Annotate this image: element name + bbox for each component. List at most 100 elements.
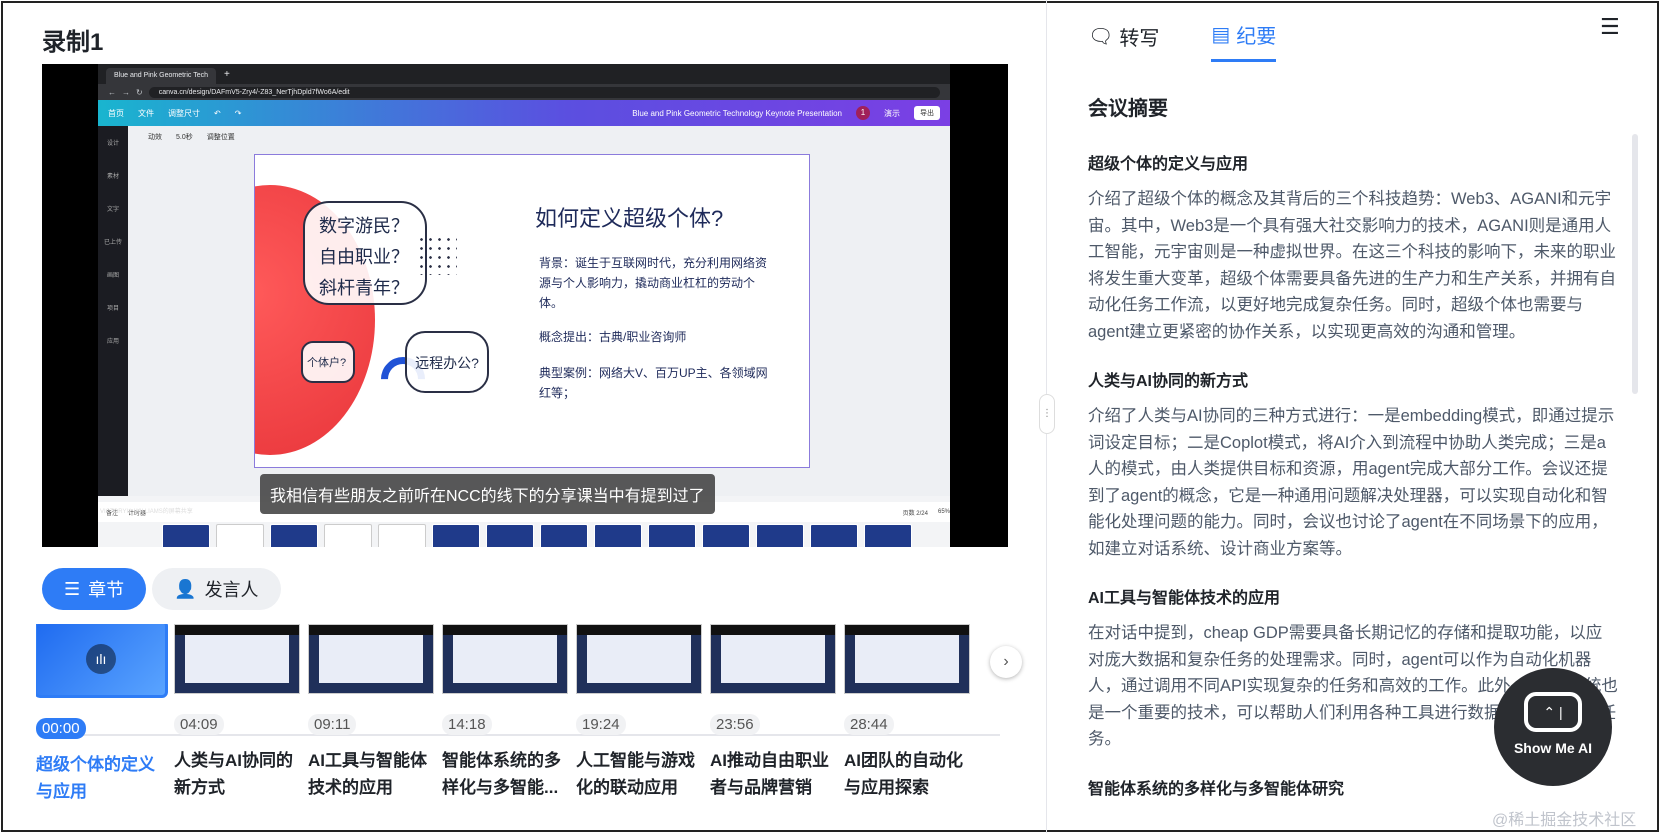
chapter-item[interactable]: 28:44 AI团队的自动化与应用探索	[844, 624, 980, 801]
screen-share-watermark: VICTORYU_WILLIAMS的屏幕共享	[100, 509, 193, 515]
slide-thumb	[702, 524, 750, 547]
url-text: canva.cn/design/DAFmV5-Zry4/-Z83_NerTjhD…	[148, 86, 940, 98]
side-tool: 文字	[106, 207, 119, 213]
chapter-thumbnail	[308, 624, 434, 694]
slide-thumbnails	[158, 524, 950, 547]
slide-thumb	[648, 524, 696, 547]
plus-icon: +	[224, 68, 230, 80]
chapter-thumbnail	[174, 624, 300, 694]
duration-label: 5.0秒	[176, 134, 193, 141]
show-me-ai-button[interactable]: ⌃ | Show Me AI	[1494, 668, 1612, 786]
collaborator-avatar: 1	[856, 106, 870, 120]
canva-export: 导出	[914, 106, 940, 120]
side-tool: 画图	[106, 273, 119, 279]
slide-background: 背景：诞生于互联网时代，充分利用网络资源与个人影响力，撬动商业杠杠的劳动个体。	[539, 256, 768, 310]
chapter-thumbnail	[576, 624, 702, 694]
slide-heading: 如何定义超级个体?	[535, 206, 724, 231]
chapter-time: 28:44	[844, 714, 894, 735]
chapter-title: 超级个体的定义与应用	[36, 755, 155, 801]
chapter-title: 智能体系统的多样化与多智能...	[442, 751, 561, 797]
robot-face-icon: ⌃ |	[1524, 692, 1582, 732]
canva-toolbar: 首页 文件 调整尺寸 ↶ ↷ Blue and Pink Geometric T…	[98, 100, 950, 126]
side-tool: 应用	[106, 339, 119, 345]
chapters-tab[interactable]: ☰ 章节	[42, 568, 147, 610]
show-me-ai-label: Show Me AI	[1513, 740, 1593, 756]
section-body: 介绍了人类与AI协同的三种方式进行：一是embedding模式，即通过提示词设定…	[1088, 407, 1615, 558]
person-icon: 👤	[174, 578, 197, 599]
chapter-thumbnail	[442, 624, 568, 694]
undo-icon: ↶	[214, 108, 221, 118]
right-tabs: 🗨 转写 ▤ 纪要	[1088, 20, 1277, 62]
chapter-title: AI工具与智能体技术的应用	[308, 751, 427, 797]
chapter-time: 23:56	[710, 714, 760, 735]
chapter-item[interactable]: 14:18 智能体系统的多样化与多智能...	[442, 624, 578, 801]
browser-tab: Blue and Pink Geometric Tech	[106, 68, 217, 84]
tab-minutes-label: 纪要	[1236, 26, 1277, 48]
zoom-level: 65%	[937, 509, 950, 515]
section-body: 介绍了超级个体的概念及其背后的三个科技趋势：Web3、AGANI和元宇宙。其中，…	[1088, 190, 1616, 341]
canva-canvas: 动效 5.0秒 调整位置 数字游民？ 自由职业？ 斜杆青年？ 个体户? 远程办公…	[128, 126, 950, 547]
bubble-line: 自由职业？	[319, 247, 409, 267]
side-tool: 项目	[106, 306, 119, 312]
speakers-tab[interactable]: 👤 发言人	[152, 568, 281, 610]
slide-thumb	[486, 524, 534, 547]
list-icon: ☰	[64, 578, 81, 599]
chapter-thumbnail	[710, 624, 836, 694]
summary-title: 会议摘要	[1088, 98, 1168, 120]
small-bubble: 个体户?	[301, 341, 355, 383]
side-tool: 已上传	[103, 240, 122, 246]
bubble-line: 数字游民？	[319, 216, 409, 236]
canva-doc-title: Blue and Pink Geometric Technology Keyno…	[632, 108, 842, 118]
speech-bubble: 数字游民？ 自由职业？ 斜杆青年？	[303, 201, 427, 305]
chapters-tab-label: 章节	[88, 580, 125, 600]
page-indicator: 页数 2/24	[902, 510, 928, 517]
back-icon: ←	[108, 87, 116, 97]
chapter-item[interactable]: 19:24 人工智能与游戏化的联动应用	[576, 624, 712, 801]
section-title: 超级个体的定义与应用	[1088, 156, 1249, 173]
collapse-menu-icon[interactable]: ☰	[1600, 14, 1620, 40]
view-toggle: ☰ 章节 👤 发言人	[42, 568, 281, 610]
slide-thumb	[324, 524, 372, 547]
document-icon: ▤	[1211, 24, 1231, 46]
section-title: 人类与AI协同的新方式	[1088, 373, 1249, 390]
slide-thumb	[864, 524, 912, 547]
slide: 数字游民？ 自由职业？ 斜杆青年？ 个体户? 远程办公? 如何定义超级个体? 背…	[254, 154, 810, 468]
canva-file: 文件	[138, 108, 154, 118]
chapter-time: 00:00	[36, 718, 86, 739]
chevron-right-icon[interactable]: ›	[990, 646, 1022, 678]
slide-thumb	[378, 524, 426, 547]
video-player[interactable]: Blue and Pink Geometric Tech + ← → ↻ can…	[42, 64, 1008, 547]
redo-icon: ↷	[234, 108, 242, 118]
canvas-toolrow: 动效 5.0秒 调整位置	[148, 132, 235, 142]
chapter-title: AI推动自由职业者与品牌营销	[710, 751, 829, 797]
chapter-time: 14:18	[442, 714, 492, 735]
slide-thumb	[540, 524, 588, 547]
chapter-title: 人类与AI协同的新方式	[174, 751, 293, 797]
slide-thumb	[270, 524, 318, 547]
audio-wave-icon: ılı	[86, 644, 116, 674]
speakers-tab-label: 发言人	[204, 580, 259, 600]
chapter-item[interactable]: 04:09 人类与AI协同的新方式	[174, 624, 310, 801]
resize-handle[interactable]: ⋮	[1039, 394, 1055, 434]
transcript-icon: 🗨	[1088, 25, 1114, 48]
forward-icon: →	[122, 87, 130, 97]
chapter-item[interactable]: ılı 00:00 超级个体的定义与应用	[36, 624, 172, 805]
tab-transcript[interactable]: 🗨 转写	[1088, 20, 1159, 62]
chapter-item[interactable]: 23:56 AI推动自由职业者与品牌营销	[710, 624, 846, 801]
position-label: 调整位置	[206, 134, 235, 141]
canva-present: 演示	[884, 108, 900, 118]
slide-thumb	[216, 524, 264, 547]
chapter-item[interactable]: 09:11 AI工具与智能体技术的应用	[308, 624, 444, 801]
browser-urlbar: ← → ↻ canva.cn/design/DAFmV5-Zry4/-Z83_N…	[98, 84, 950, 100]
reload-icon: ↻	[136, 87, 143, 97]
chapter-list: ılı 00:00 超级个体的定义与应用 04:09 人类与AI协同的新方式 0…	[36, 624, 1008, 824]
tab-minutes[interactable]: ▤ 纪要	[1211, 20, 1277, 62]
tab-transcript-label: 转写	[1119, 27, 1160, 50]
slide-thumb	[756, 524, 804, 547]
chapter-time: 04:09	[174, 714, 224, 735]
summary-scrollbar[interactable]	[1632, 134, 1638, 394]
chapter-title: 人工智能与游戏化的联动应用	[576, 751, 695, 797]
side-tool: 设计	[106, 141, 119, 147]
slide-thumb	[432, 524, 480, 547]
chapter-title: AI团队的自动化与应用探索	[844, 751, 963, 797]
